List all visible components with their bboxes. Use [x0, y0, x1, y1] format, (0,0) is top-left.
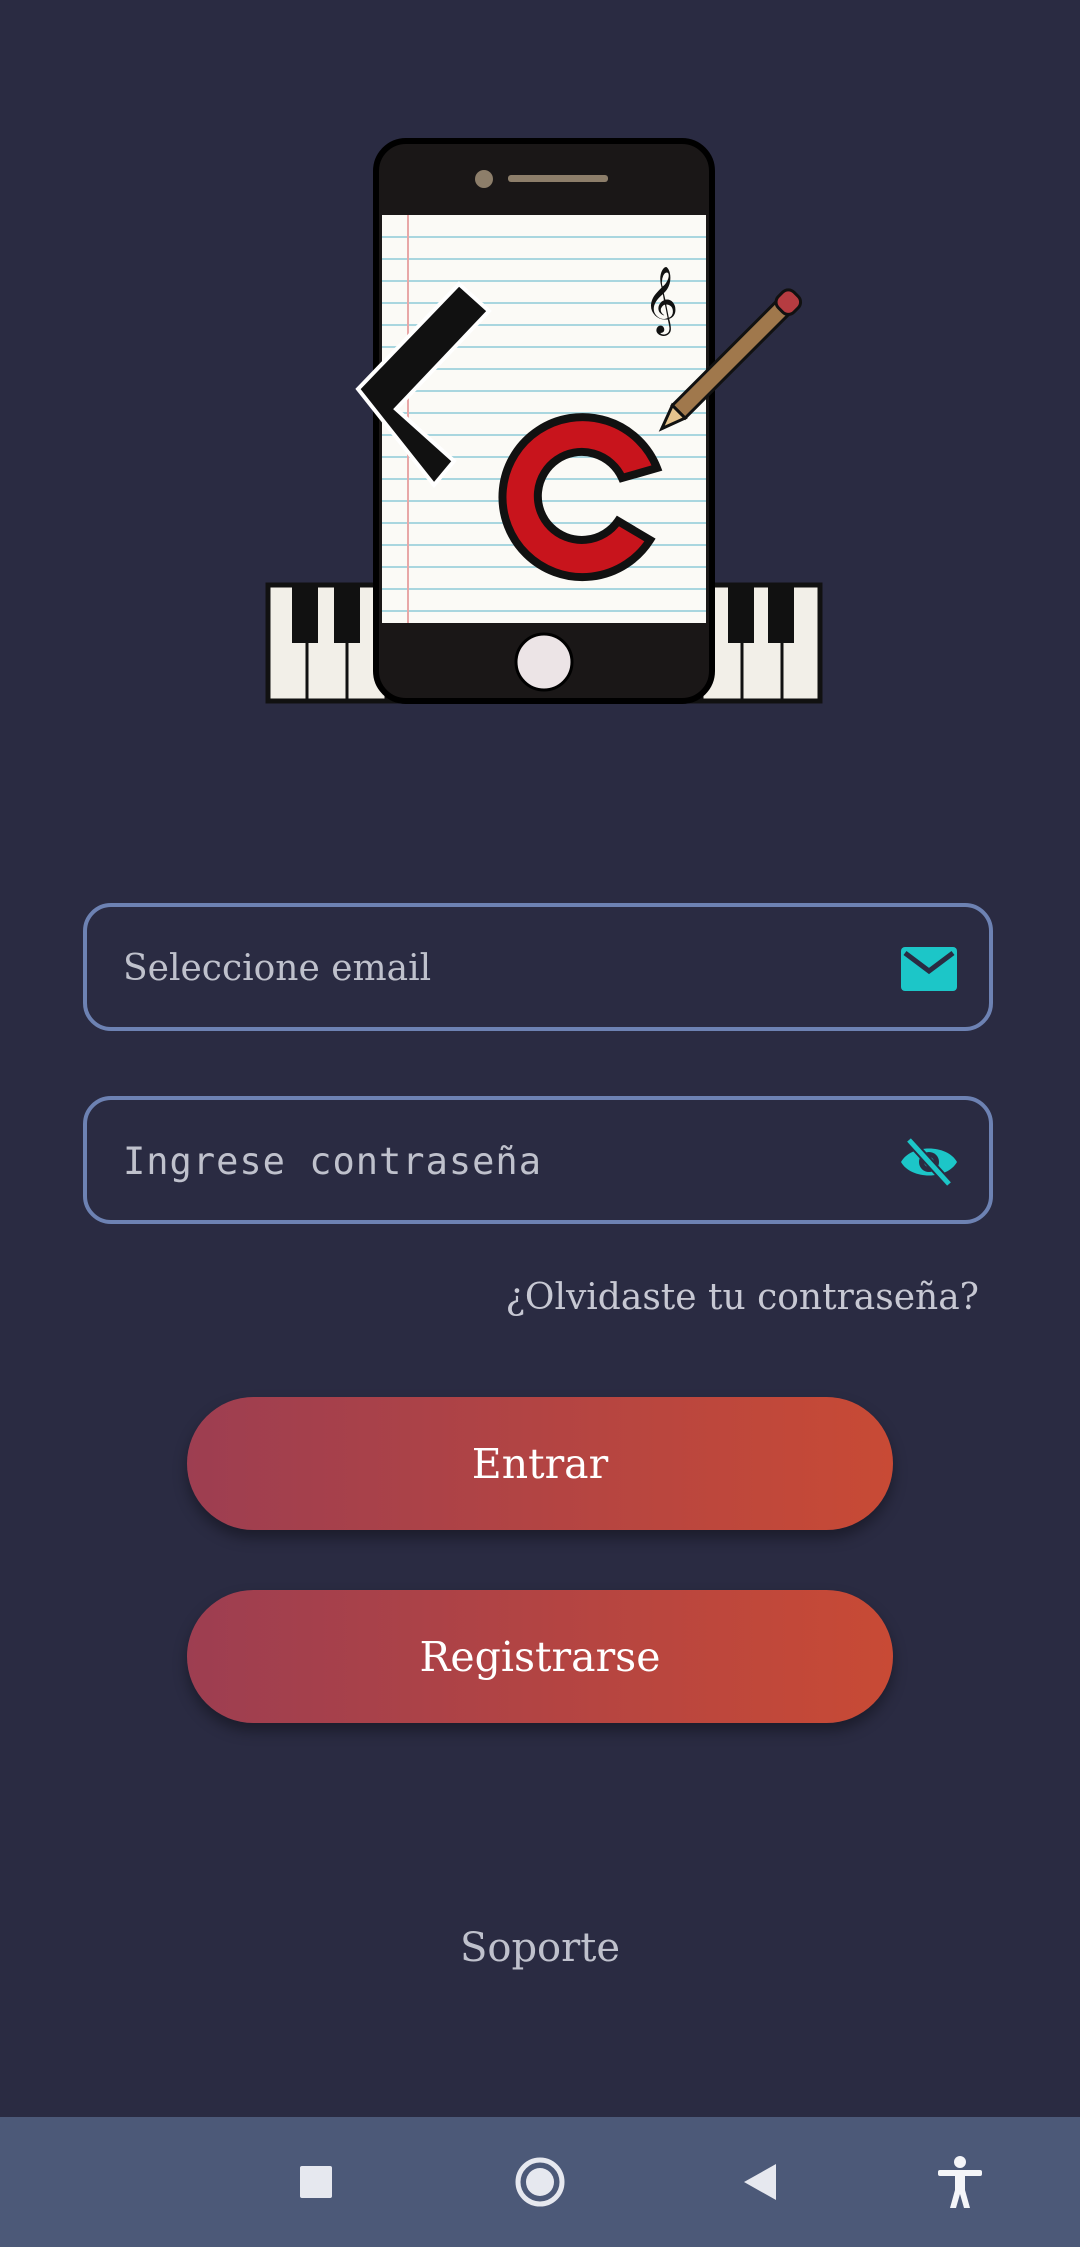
- app-logo: 𝄞: [265, 138, 823, 704]
- mail-icon: [901, 947, 957, 991]
- email-field[interactable]: [83, 903, 993, 1031]
- circle-home-icon[interactable]: [508, 2150, 572, 2214]
- system-navigation-bar: [0, 2117, 1080, 2247]
- email-input[interactable]: [121, 907, 885, 1029]
- triangle-back-icon[interactable]: [728, 2150, 792, 2214]
- password-field[interactable]: [83, 1096, 993, 1224]
- eye-off-icon[interactable]: [899, 1134, 959, 1190]
- login-button[interactable]: Entrar: [187, 1397, 893, 1530]
- support-link[interactable]: Soporte: [0, 1925, 1080, 1971]
- accessibility-icon[interactable]: [928, 2150, 992, 2214]
- forgot-password-link[interactable]: ¿Olvidaste tu contraseña?: [506, 1277, 979, 1318]
- password-input[interactable]: [121, 1100, 885, 1222]
- square-recent-icon[interactable]: [284, 2150, 348, 2214]
- register-button[interactable]: Registrarse: [187, 1590, 893, 1723]
- svg-text:𝄞: 𝄞: [644, 265, 678, 336]
